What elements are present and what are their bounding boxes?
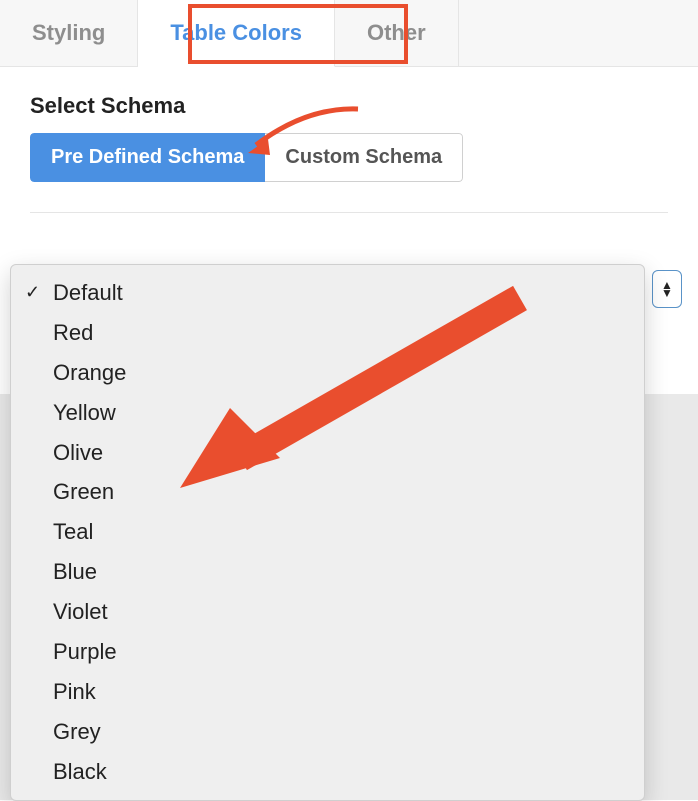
dropdown-option-orange[interactable]: Orange [11,353,644,393]
dropdown-option-default[interactable]: ✓ Default [11,273,644,313]
dropdown-option-green[interactable]: Green [11,472,644,512]
option-label: Green [53,479,114,504]
dropdown-option-blue[interactable]: Blue [11,552,644,592]
option-label: Pink [53,679,96,704]
option-label: Orange [53,360,126,385]
dropdown-option-pink[interactable]: Pink [11,672,644,712]
dropdown-option-purple[interactable]: Purple [11,632,644,672]
select-stepper-icon[interactable]: ▲▼ [652,270,682,308]
option-label: Black [53,759,107,784]
option-label: Blue [53,559,97,584]
dropdown-option-grey[interactable]: Grey [11,712,644,752]
option-label: Default [53,280,123,305]
schema-toggle: Pre Defined Schema Custom Schema [30,133,463,182]
option-label: Grey [53,719,101,744]
option-label: Violet [53,599,108,624]
option-label: Olive [53,440,103,465]
option-label: Yellow [53,400,116,425]
dropdown-option-yellow[interactable]: Yellow [11,393,644,433]
section-label: Select Schema [30,93,668,119]
tab-table-colors[interactable]: Table Colors [138,0,335,67]
option-label: Purple [53,639,117,664]
tab-bar: Styling Table Colors Other [0,0,698,67]
tab-styling[interactable]: Styling [0,0,138,66]
dropdown-option-teal[interactable]: Teal [11,512,644,552]
dropdown-option-violet[interactable]: Violet [11,592,644,632]
segment-custom[interactable]: Custom Schema [265,133,463,182]
color-schema-dropdown: ✓ Default Red Orange Yellow Olive Green … [10,264,645,801]
option-label: Red [53,320,93,345]
segment-pre-defined[interactable]: Pre Defined Schema [30,133,265,182]
divider [30,212,668,213]
dropdown-option-olive[interactable]: Olive [11,433,644,473]
check-icon: ✓ [25,279,40,305]
content-area: Select Schema Pre Defined Schema Custom … [0,67,698,239]
tab-other[interactable]: Other [335,0,459,66]
dropdown-option-red[interactable]: Red [11,313,644,353]
dropdown-option-black[interactable]: Black [11,752,644,792]
option-label: Teal [53,519,93,544]
